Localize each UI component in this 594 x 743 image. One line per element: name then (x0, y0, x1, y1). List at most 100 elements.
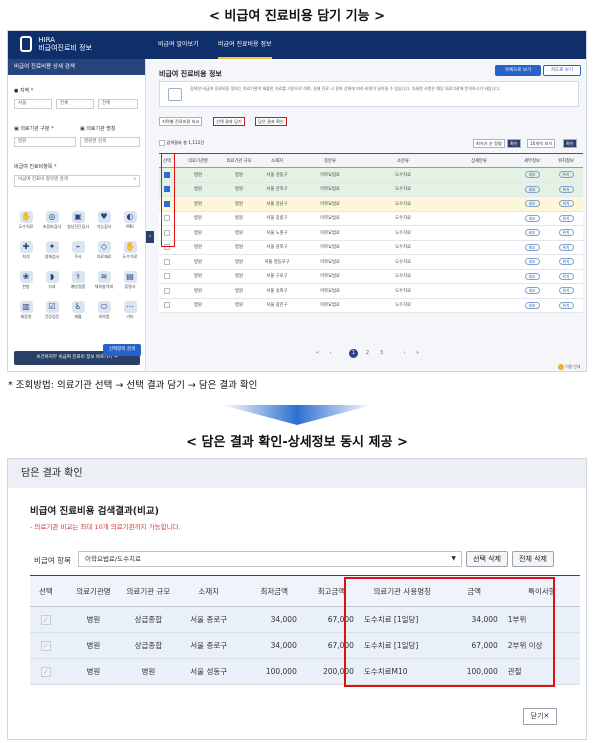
search-selected-button[interactable]: 선택항목 검색 (103, 344, 141, 356)
item-icon-18[interactable]: ⬭ 의약품 (92, 301, 116, 327)
item-icon-14[interactable]: ▤ 증명서 (118, 271, 142, 297)
tooth-icon: ◗ (45, 271, 59, 283)
row-checkbox[interactable]: ✓ (40, 666, 51, 677)
detail-button[interactable]: 세부 (524, 301, 540, 309)
cell-size: 병원 (125, 658, 172, 685)
select-all-checkbox[interactable] (159, 140, 165, 146)
item-icon-2[interactable]: ▣ 영상진단검사 (66, 211, 90, 237)
sidebar-collapse-icon[interactable]: ‹ (146, 231, 154, 243)
view-saved-button[interactable]: 담은 결과 확인 (255, 117, 287, 126)
nav-item-cost-info[interactable]: 비급여 진료비용 정보 (218, 31, 272, 59)
item-icon-12[interactable]: ⚕ 예방접종 (66, 271, 90, 297)
section-title-save: < 비급여 진료비용 담기 기능 > (209, 9, 385, 24)
row-checkbox[interactable]: ✓ (40, 640, 51, 651)
cell-size: 상급종합 (125, 632, 172, 659)
col-info: 세부정보 (515, 153, 549, 168)
location-button[interactable]: 위치 (558, 171, 574, 179)
save-selection-button[interactable]: 선택 결과 담기 (213, 117, 245, 126)
page-2[interactable]: 2 (363, 349, 372, 358)
page-3[interactable]: 3 (377, 349, 386, 358)
item-search-input[interactable]: 비급여 진료비 항목명 검색 ⌕ (14, 175, 140, 187)
item-select[interactable]: 이학요법료/도수치료 ▼ (78, 551, 462, 567)
location-button[interactable]: 위치 (558, 243, 574, 251)
region-select-city[interactable]: 서울 (14, 99, 52, 109)
sort-confirm-button[interactable]: 확인 (507, 139, 521, 148)
location-button[interactable]: 위치 (558, 229, 574, 237)
page-next[interactable]: › (400, 349, 409, 358)
help-badge[interactable]: 이용 안내 (558, 364, 580, 370)
row-checkbox[interactable] (164, 302, 170, 308)
col-small: 소분류 (363, 153, 443, 168)
function-test-icon: ♥ (97, 211, 111, 223)
location-button[interactable]: 위치 (558, 200, 574, 208)
cell-mid: 이학요법료 (297, 196, 363, 212)
detail-button[interactable]: 세부 (524, 229, 540, 237)
map-cell: 위치 (549, 211, 583, 226)
detail-button[interactable]: 세부 (524, 200, 540, 208)
item-icon-3[interactable]: ♥ 기능검사 (92, 211, 116, 237)
page-size-select[interactable]: 10개씩 보기 (527, 139, 556, 148)
item-icon-15[interactable]: ▥ 제증명 (14, 301, 38, 327)
detail-button[interactable]: 세부 (524, 171, 540, 179)
detail-button[interactable]: 세부 (524, 258, 540, 266)
item-icon-7[interactable]: ⌁ 주사 (66, 241, 90, 267)
item-icon-1[interactable]: ◎ 초음파검사 (40, 211, 64, 237)
region-select-dong[interactable]: 전체 (98, 99, 138, 109)
location-button[interactable]: 위치 (558, 258, 574, 266)
row-checkbox[interactable] (164, 258, 170, 265)
page-1[interactable]: 1 (349, 349, 358, 358)
page-first[interactable]: « (313, 349, 322, 358)
chevron-down-icon: ▼ (451, 555, 456, 562)
detail-button[interactable]: 세부 (524, 214, 540, 222)
row-checkbox[interactable] (164, 273, 170, 279)
map-cell: 위치 (549, 254, 583, 270)
row-checkbox[interactable]: ✓ (40, 614, 51, 625)
item-icon-17[interactable]: ♿ 재활 (66, 301, 90, 327)
detail-button[interactable]: 세부 (524, 243, 540, 251)
detail-button[interactable]: 세부 (524, 287, 540, 295)
item-icon-10[interactable]: ❀ 한방 (14, 271, 38, 297)
item-icon-19[interactable]: ⋯ 기타 (118, 301, 142, 327)
item-icon-0[interactable]: ✋ 도수치료 (14, 211, 38, 237)
page-last[interactable]: » (413, 349, 422, 358)
location-button[interactable]: 위치 (558, 214, 574, 222)
nav-item-learn[interactable]: 비급여 알아보기 (158, 31, 199, 59)
item-icon-6[interactable]: ✦ 생체검사 (40, 241, 64, 267)
page-size-confirm-button[interactable]: 확인 (563, 139, 577, 148)
item-icon-4[interactable]: ◐ MRI (118, 211, 142, 237)
item-icon-8[interactable]: ◇ 치료재료 (92, 241, 116, 267)
item-icon-11[interactable]: ◗ 치과 (40, 271, 64, 297)
name-input[interactable]: 병원명 검색 (80, 137, 140, 147)
help-icon (558, 364, 564, 370)
item-icon-16[interactable]: ☑ 건강검진 (40, 301, 64, 327)
row-checkbox[interactable] (164, 287, 170, 294)
region-select-district[interactable]: 전체 (56, 99, 94, 109)
search-icon[interactable]: ⌕ (133, 176, 136, 184)
page-prev[interactable]: ‹ (326, 349, 335, 358)
list-view-button[interactable]: 목록으로 보기 (495, 65, 541, 76)
delete-all-button[interactable]: 전체 삭제 (512, 551, 554, 567)
item-icon-5[interactable]: ✚ 처치 (14, 241, 38, 267)
location-button[interactable]: 위치 (558, 301, 574, 309)
detail-button[interactable]: 세부 (524, 185, 540, 193)
location-button[interactable]: 위치 (558, 287, 574, 295)
region-compare-button[interactable]: 지역별 진료비용 비교 (159, 117, 203, 126)
location-button[interactable]: 위치 (558, 272, 574, 280)
hira-logo[interactable]: HIRA 비급여진료비 정보 (20, 36, 92, 52)
notice-icon (168, 88, 182, 101)
section-title-result: < 담은 결과 확인-상세정보 동시 제공 > (186, 435, 408, 450)
location-button[interactable]: 위치 (558, 185, 574, 193)
cell-addr: 서울 중랑구 (257, 211, 297, 226)
table-row: 병원 병원 서울 영등포구 이학요법료 도수치료 세부 위치 (159, 254, 583, 270)
close-button[interactable]: 닫기✕ (523, 708, 557, 725)
detail-button[interactable]: 세부 (524, 272, 540, 280)
cell-small: 도수치료 (363, 254, 443, 270)
cell-name: 병원 (61, 606, 126, 633)
type-select[interactable]: 병원 (14, 137, 76, 147)
item-icon-9[interactable]: ✋ 도수치료 (118, 241, 142, 267)
map-view-button[interactable]: 지도로 보기 (543, 65, 581, 76)
sort-select[interactable]: 최저가 순 정렬 (473, 139, 505, 148)
cell-mid: 이학요법료 (297, 269, 363, 284)
delete-selected-button[interactable]: 선택 삭제 (466, 551, 508, 567)
item-icon-13[interactable]: ≋ 체외충격파 (92, 271, 116, 297)
